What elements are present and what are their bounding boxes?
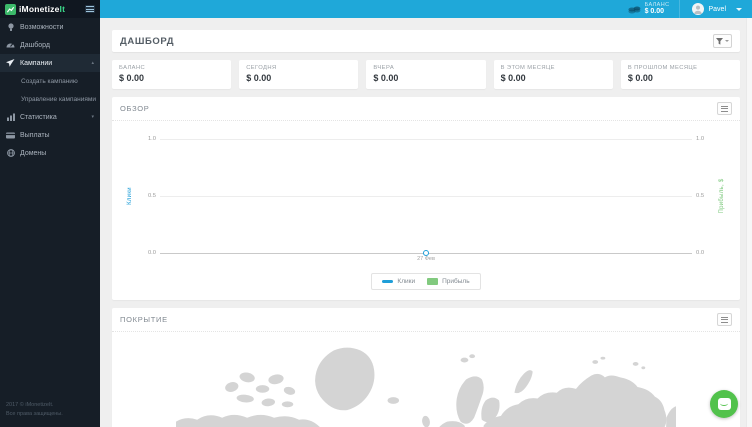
chart-legend: Клики Прибыль: [371, 273, 480, 290]
user-menu[interactable]: Pavel: [679, 0, 752, 18]
sidebar-item-opportunities[interactable]: Возможности: [0, 18, 100, 36]
coverage-panel-header: ПОКРЫТИЕ: [112, 308, 740, 332]
sidebar-footer: 2017 © iMonetizeIt. Все права защищены.: [6, 401, 63, 419]
overview-chart: 1.0 0.5 0.0 1.0 0.5 0.0 Клики Прибыль, $…: [122, 121, 730, 271]
overview-panel-header: ОБЗОР: [112, 97, 740, 121]
chevron-down-icon: [725, 40, 729, 42]
page-header: ДАШБОРД: [112, 30, 740, 52]
right-axis-tick: 0.0: [696, 250, 710, 256]
sidebar-item-label: Статистика: [20, 114, 57, 121]
legend-item-clicks[interactable]: Клики: [382, 278, 415, 285]
sidebar-item-label: Домены: [20, 150, 46, 157]
stats-row: БАЛАНС $ 0.00 СЕГОДНЯ $ 0.00 ВЧЕРА $ 0.0…: [112, 60, 740, 89]
sidebar-subitem-label: Создать кампанию: [21, 78, 78, 85]
balance-widget[interactable]: БАЛАНС $ 0.00: [618, 0, 680, 18]
sidebar-item-label: Выплаты: [20, 132, 50, 139]
paper-plane-icon: [6, 59, 15, 67]
chevron-up-icon: ▴: [91, 61, 94, 66]
sidebar-item-domains[interactable]: Домены: [0, 144, 100, 162]
page-title: ДАШБОРД: [120, 36, 174, 47]
stat-label: СЕГОДНЯ: [246, 65, 351, 71]
sidebar-item-label: Дашборд: [20, 42, 50, 49]
funnel-icon: [716, 38, 723, 45]
sidebar-item-label: Кампании: [20, 60, 52, 67]
legend-label: Прибыль: [442, 278, 470, 285]
coverage-map-container: [112, 332, 740, 427]
clicks-swatch-icon: [382, 280, 393, 283]
campaigns-submenu: Создать кампанию Управление кампаниями: [0, 72, 100, 108]
sidebar-item-payouts[interactable]: Выплаты: [0, 126, 100, 144]
globe-icon: [6, 149, 15, 157]
panel-menu-icon[interactable]: [717, 313, 732, 326]
stat-value: $ 0.00: [119, 73, 224, 83]
right-axis-tick: 1.0: [696, 136, 710, 142]
stat-card-yesterday: ВЧЕРА $ 0.00: [366, 60, 485, 89]
stat-card-balance: БАЛАНС $ 0.00: [112, 60, 231, 89]
sidebar: iMonetizeIt Возможности Дашборд Кампании…: [0, 0, 100, 427]
brand-logo[interactable]: iMonetizeIt: [0, 0, 100, 18]
balance-value: $ 0.00: [645, 8, 670, 16]
sidebar-item-label: Возможности: [20, 24, 63, 31]
sidebar-item-campaigns[interactable]: Кампании ▴: [0, 54, 100, 72]
coverage-panel: ПОКРЫТИЕ: [112, 308, 740, 427]
sidebar-item-statistics[interactable]: Статистика ▾: [0, 108, 100, 126]
stat-value: $ 0.00: [373, 73, 478, 83]
sidebar-subitem-label: Управление кампаниями: [21, 96, 96, 103]
bar-chart-icon: [6, 113, 15, 121]
stat-label: В ПРОШЛОМ МЕСЯЦЕ: [628, 65, 733, 71]
overview-panel: ОБЗОР 1.0 0.5 0.0 1.0 0.5 0.0 Клики Приб…: [112, 97, 740, 300]
stat-label: ВЧЕРА: [373, 65, 478, 71]
filter-button[interactable]: [713, 34, 732, 48]
rights-line: Все права защищены.: [6, 410, 63, 419]
world-map[interactable]: [176, 337, 676, 427]
avatar: [692, 3, 704, 15]
chevron-down-icon: ▾: [91, 115, 94, 120]
x-axis-label: 27 Фев: [417, 256, 435, 262]
stat-card-today: СЕГОДНЯ $ 0.00: [239, 60, 358, 89]
gridline: [160, 196, 692, 197]
brand-name-accent: It: [60, 4, 66, 14]
right-axis-title: Прибыль, $: [719, 178, 725, 213]
legend-row: Клики Прибыль: [112, 271, 740, 300]
stat-card-this-month: В ЭТОМ МЕСЯЦЕ $ 0.00: [494, 60, 613, 89]
stat-value: $ 0.00: [628, 73, 733, 83]
left-axis-tick: 0.0: [142, 250, 156, 256]
stat-card-last-month: В ПРОШЛОМ МЕСЯЦЕ $ 0.00: [621, 60, 740, 89]
stat-label: В ЭТОМ МЕСЯЦЕ: [501, 65, 606, 71]
stat-value: $ 0.00: [246, 73, 351, 83]
left-axis-tick: 1.0: [142, 136, 156, 142]
chevron-down-icon: [736, 8, 742, 11]
panel-menu-icon[interactable]: [717, 102, 732, 115]
coverage-title: ПОКРЫТИЕ: [120, 315, 168, 324]
stat-label: БАЛАНС: [119, 65, 224, 71]
left-axis-title: Клики: [127, 187, 133, 205]
credit-card-icon: [6, 132, 15, 139]
gauge-icon: [6, 41, 15, 49]
sidebar-subitem-manage-campaigns[interactable]: Управление кампаниями: [0, 90, 100, 108]
copyright-line: 2017 © iMonetizeIt.: [6, 401, 63, 410]
overview-title: ОБЗОР: [120, 104, 149, 113]
gridline: [160, 139, 692, 140]
sidebar-toggle-icon[interactable]: [85, 5, 95, 13]
profit-swatch-icon: [427, 278, 438, 285]
left-axis-tick: 0.5: [142, 193, 156, 199]
bulb-icon: [6, 23, 15, 32]
right-axis-tick: 0.5: [696, 193, 710, 199]
stat-value: $ 0.00: [501, 73, 606, 83]
main-content: ДАШБОРД БАЛАНС $ 0.00 СЕГОДНЯ $ 0.00 ВЧЕ…: [100, 18, 752, 427]
sidebar-nav: Возможности Дашборд Кампании ▴ Создать к…: [0, 18, 100, 162]
topbar: БАЛАНС $ 0.00 Pavel: [100, 0, 752, 18]
sidebar-item-dashboard[interactable]: Дашборд: [0, 36, 100, 54]
brand-name: iMonetizeIt: [19, 4, 65, 14]
legend-item-profit[interactable]: Прибыль: [427, 278, 470, 285]
coins-icon: [628, 4, 641, 14]
sidebar-subitem-create-campaign[interactable]: Создать кампанию: [0, 72, 100, 90]
legend-label: Клики: [397, 278, 415, 285]
brand-logo-icon: [5, 4, 16, 15]
scrollbar-track[interactable]: [746, 18, 752, 427]
chat-widget-button[interactable]: [710, 390, 738, 418]
user-name: Pavel: [708, 6, 726, 13]
chat-bubble-icon: [718, 398, 731, 410]
